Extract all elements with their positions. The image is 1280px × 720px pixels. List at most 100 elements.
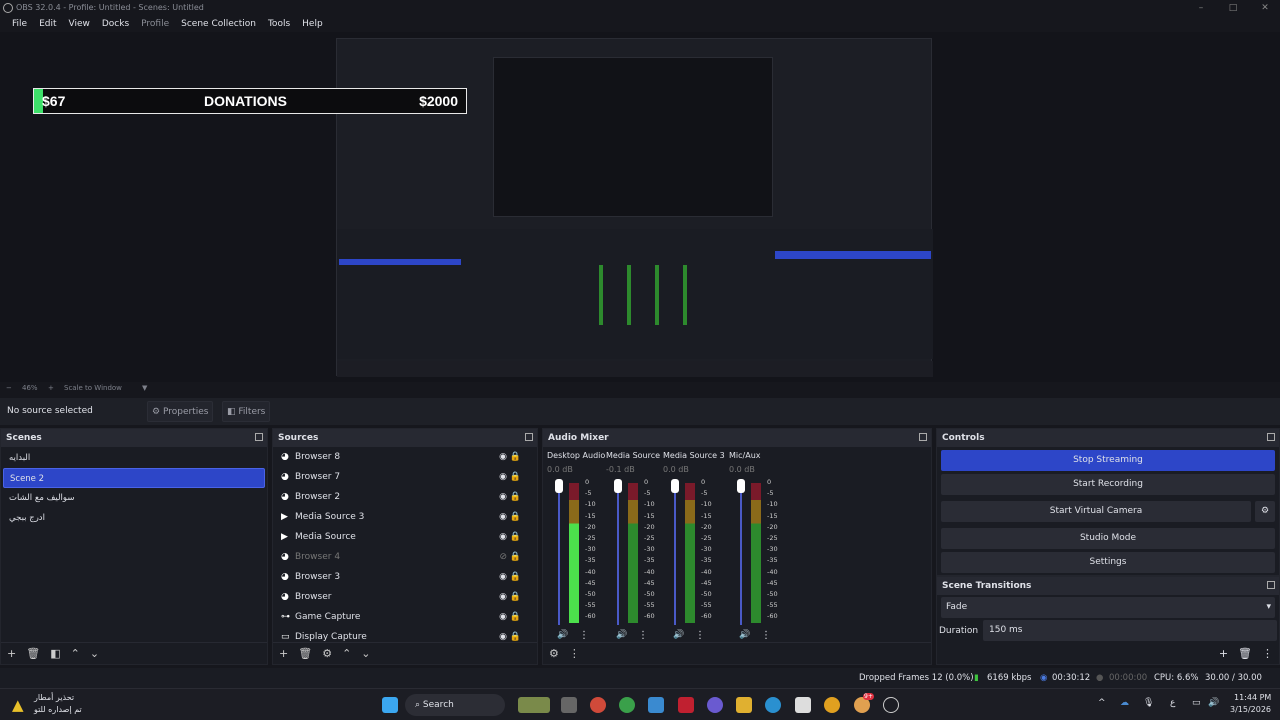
add-source-button[interactable]: + <box>279 647 288 660</box>
remove-transition-button[interactable]: 🗑 <box>1238 647 1252 660</box>
zoom-out-button[interactable]: − <box>6 382 12 395</box>
minimize-button[interactable]: – <box>1186 0 1216 16</box>
move-up-button[interactable]: ⌃ <box>71 647 80 660</box>
start-virtual-camera-button[interactable]: Start Virtual Camera <box>941 501 1251 522</box>
source-item[interactable]: ⊶ Game Capture ◉ 🔒 <box>273 607 537 627</box>
eye-icon[interactable]: ◉ <box>499 487 507 507</box>
lock-icon[interactable]: 🔒 <box>510 487 521 507</box>
scene-item[interactable]: ادرج ببجي <box>3 508 265 528</box>
mute-speaker-icon[interactable]: 🔊 <box>557 630 568 640</box>
volume-slider-handle[interactable] <box>737 479 745 493</box>
lock-icon[interactable]: 🔒 <box>510 567 521 587</box>
lock-icon[interactable]: 🔒 <box>510 547 521 567</box>
add-scene-button[interactable]: + <box>7 647 16 660</box>
advanced-audio-gear-icon[interactable]: ⚙ <box>549 647 559 660</box>
tray-chevron-icon[interactable]: ^ <box>1098 698 1106 708</box>
microphone-icon[interactable]: 🎙 <box>1143 698 1154 708</box>
scene-item[interactable]: Scene 2 <box>3 468 265 488</box>
zoom-in-button[interactable]: + <box>48 382 54 395</box>
lock-icon[interactable]: 🔒 <box>510 507 521 527</box>
menu-profile[interactable]: Profile <box>135 16 175 32</box>
channel-menu-button[interactable]: ⋮ <box>695 630 705 641</box>
channel-menu-button[interactable]: ⋮ <box>761 630 771 641</box>
discord-icon[interactable] <box>707 697 723 713</box>
source-item[interactable]: ◕ Browser 7 ◉ 🔒 <box>273 467 537 487</box>
task-view-icon[interactable] <box>561 697 577 713</box>
mute-speaker-icon[interactable]: 🔊 <box>673 630 684 640</box>
volume-slider-track[interactable] <box>674 483 676 625</box>
lock-icon[interactable]: 🔒 <box>510 447 521 467</box>
eye-icon[interactable]: ◉ <box>499 507 507 527</box>
store-icon[interactable] <box>795 697 811 713</box>
copilot-icon[interactable] <box>648 697 664 713</box>
windows-start-icon[interactable] <box>382 697 398 713</box>
mute-speaker-icon[interactable]: 🔊 <box>739 630 750 640</box>
lock-icon[interactable]: 🔒 <box>510 607 521 627</box>
add-transition-button[interactable]: + <box>1219 647 1228 660</box>
file-explorer-icon[interactable] <box>736 697 752 713</box>
edge-icon[interactable] <box>765 697 781 713</box>
weather-warning-icon[interactable]: ▲ <box>12 696 24 714</box>
studio-mode-button[interactable]: Studio Mode <box>941 528 1275 549</box>
language-icon[interactable]: ع <box>1170 698 1175 708</box>
undock-icon[interactable] <box>255 433 263 441</box>
move-down-button[interactable]: ⌄ <box>90 647 99 660</box>
scene-item[interactable]: سواليف مع الشات <box>3 488 265 508</box>
undock-icon[interactable] <box>525 433 533 441</box>
eye-icon[interactable]: ◉ <box>499 467 507 487</box>
chrome-icon[interactable] <box>590 697 606 713</box>
clock-time[interactable]: 11:44 PM <box>1234 693 1271 702</box>
menu-view[interactable]: View <box>63 16 96 32</box>
menu-scene-collection[interactable]: Scene Collection <box>175 16 262 32</box>
network-icon[interactable]: ▭ <box>1192 698 1201 708</box>
stop-streaming-button[interactable]: Stop Streaming <box>941 450 1275 471</box>
volume-slider-track[interactable] <box>617 483 619 625</box>
app-icon[interactable] <box>824 697 840 713</box>
undock-icon[interactable] <box>919 433 927 441</box>
taskbar-search[interactable]: ⌕ Search <box>405 694 505 716</box>
start-recording-button[interactable]: Start Recording <box>941 474 1275 495</box>
mute-speaker-icon[interactable]: 🔊 <box>616 630 627 640</box>
move-down-button[interactable]: ⌄ <box>361 647 370 660</box>
eye-icon[interactable]: ◉ <box>499 447 507 467</box>
scene-item[interactable]: البدايه <box>3 448 265 468</box>
source-item[interactable]: ◕ Browser 2 ◉ 🔒 <box>273 487 537 507</box>
volume-slider-track[interactable] <box>558 483 560 625</box>
remove-scene-button[interactable]: 🗑 <box>26 647 40 660</box>
channel-menu-button[interactable]: ⋮ <box>579 630 589 641</box>
clock-date[interactable]: 3/15/2026 <box>1230 705 1271 714</box>
eye-icon[interactable]: ◉ <box>499 567 507 587</box>
eye-icon[interactable]: ◉ <box>499 607 507 627</box>
remove-source-button[interactable]: 🗑 <box>298 647 312 660</box>
move-up-button[interactable]: ⌃ <box>342 647 351 660</box>
menu-file[interactable]: File <box>6 16 33 32</box>
duration-input[interactable]: 150 ms <box>983 620 1277 641</box>
source-properties-button[interactable]: ⚙ <box>322 647 332 660</box>
source-item[interactable]: ▶ Media Source ◉ 🔒 <box>273 527 537 547</box>
properties-button[interactable]: ⚙ Properties <box>147 401 214 422</box>
transition-select[interactable]: Fade ▾ <box>941 597 1275 618</box>
volume-icon[interactable]: 🔊 <box>1208 698 1219 708</box>
menu-edit[interactable]: Edit <box>33 16 62 32</box>
maximize-button[interactable]: □ <box>1218 0 1248 16</box>
menu-docks[interactable]: Docks <box>96 16 135 32</box>
source-item[interactable]: ◕ Browser 4 ⊘ 🔒 <box>273 547 537 567</box>
chat-app-icon[interactable]: 9+ <box>854 693 874 713</box>
eye-hidden-icon[interactable]: ⊘ <box>499 547 507 567</box>
volume-slider-handle[interactable] <box>555 479 563 493</box>
source-item[interactable]: ◕ Browser 3 ◉ 🔒 <box>273 567 537 587</box>
volume-slider-track[interactable] <box>740 483 742 625</box>
undock-icon[interactable] <box>1267 581 1275 589</box>
eye-icon[interactable]: ◉ <box>499 587 507 607</box>
scene-filters-button[interactable]: ◧ <box>50 647 60 660</box>
channel-menu-button[interactable]: ⋮ <box>638 630 648 641</box>
zoom-mode[interactable]: Scale to Window <box>64 382 122 395</box>
eye-icon[interactable]: ◉ <box>499 527 507 547</box>
onedrive-icon[interactable]: ☁ <box>1120 698 1129 708</box>
filters-button[interactable]: ◧ Filters <box>222 401 271 422</box>
close-button[interactable]: ✕ <box>1250 0 1280 16</box>
acrobat-icon[interactable] <box>678 697 694 713</box>
lock-icon[interactable]: 🔒 <box>510 467 521 487</box>
source-item[interactable]: ◕ Browser 8 ◉ 🔒 <box>273 447 537 467</box>
volume-slider-handle[interactable] <box>614 479 622 493</box>
